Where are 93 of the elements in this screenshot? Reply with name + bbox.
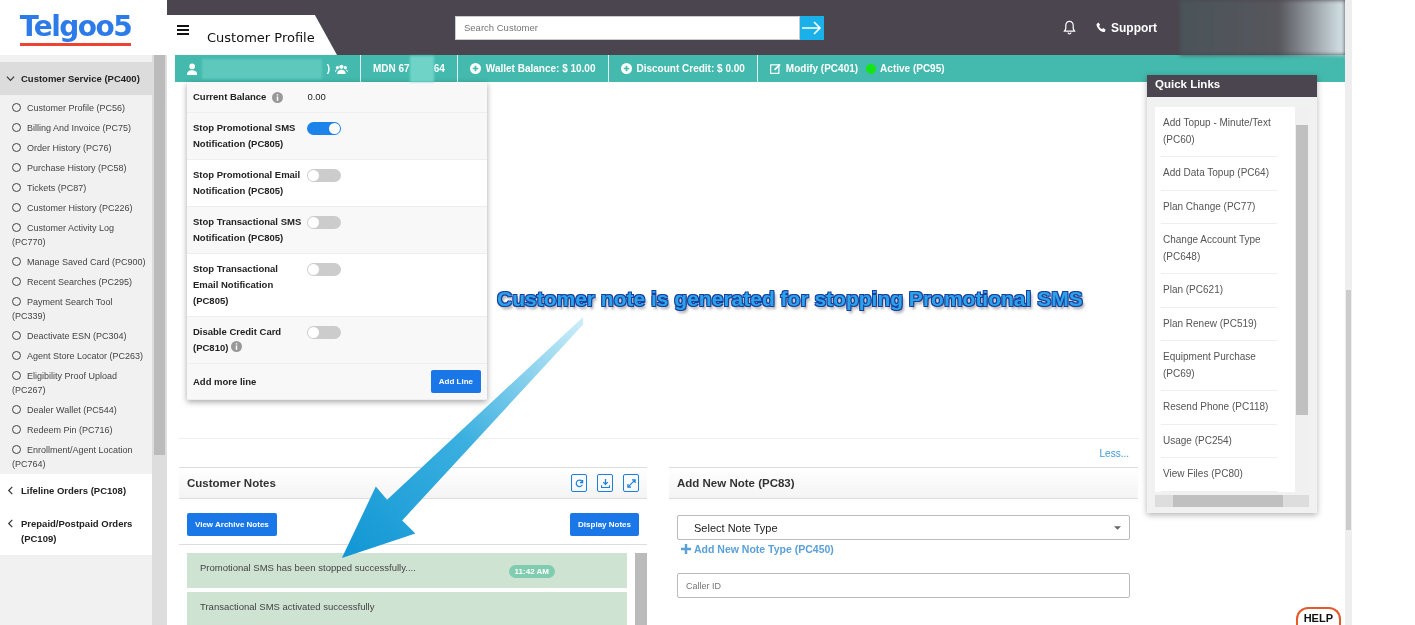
sidebar-group[interactable]: Customer Service (PC400) — [0, 62, 152, 95]
sidebar-item[interactable]: Dealer Wallet (PC544) — [0, 400, 152, 420]
add-line-button[interactable]: Add Line — [430, 370, 481, 393]
sidebar-group-label: Lifeline Orders (PC108) — [21, 484, 127, 498]
panel-title: Customer Notes — [187, 477, 276, 489]
annotation-text: Customer note is generated for stopping Promotional SMS — [497, 287, 1083, 311]
sidebar-group[interactable]: Lifeline Orders (PC108) — [0, 474, 152, 507]
toggle-label: Disable Credit Card (PC810) — [193, 325, 283, 355]
support-link[interactable]: Support — [1096, 20, 1157, 35]
quick-link[interactable]: Usage (PC254) — [1161, 424, 1277, 458]
sidebar-group-label: Customer Service (PC400) — [21, 72, 140, 86]
plus-circle-icon — [620, 63, 632, 74]
chevron-icon — [6, 519, 15, 528]
note-type-select[interactable]: Select Note Type — [677, 515, 1130, 540]
quick-link[interactable]: Plan Renew (PC519) — [1161, 307, 1277, 341]
panel-title: Add New Note (PC83) — [677, 477, 795, 489]
sidebar-item[interactable]: Redeem Pin (PC716) — [0, 420, 152, 440]
mdn-end: 64 — [433, 63, 445, 74]
users-icon — [335, 62, 348, 75]
blurred-mdn — [409, 55, 434, 82]
phone-icon — [1096, 22, 1107, 33]
chevron-icon — [6, 74, 15, 83]
mdn-label: MDN 67 — [373, 63, 410, 74]
edit-icon — [769, 63, 781, 74]
search-field[interactable]: Search Customer — [455, 15, 800, 40]
status-dot — [866, 63, 877, 74]
download-icon[interactable] — [597, 474, 613, 492]
quick-link[interactable]: Change Account Type (PC648) — [1161, 224, 1277, 274]
quick-link[interactable]: Plan Change (PC77) — [1161, 190, 1277, 224]
balance-value: 0.00 — [307, 90, 327, 104]
info-icon — [231, 341, 243, 352]
balance-label: Current Balance — [193, 89, 284, 105]
scrollbar[interactable] — [152, 55, 167, 625]
caller-id-field[interactable]: Caller ID — [677, 573, 1130, 598]
plus-circle-icon — [469, 63, 481, 74]
sidebar-item[interactable]: Order History (PC76) — [0, 138, 152, 158]
horizontal-scrollbar[interactable] — [1155, 494, 1309, 507]
expand-icon[interactable] — [623, 474, 639, 492]
sidebar-item[interactable]: Customer Activity Log (PC770) — [0, 218, 152, 252]
toggle-label: Stop Promotional Email Notification (PC805) — [193, 168, 302, 198]
help-button[interactable]: HELP — [1295, 607, 1341, 625]
sidebar-item[interactable]: Enrollment/Agent Location (PC764) — [0, 440, 152, 474]
note-text: Transactional SMS activated successfully — [200, 601, 375, 612]
quick-link[interactable]: Plan (PC621) — [1161, 274, 1277, 308]
sidebar-item[interactable]: Eligibility Proof Upload (PC267) — [0, 366, 152, 400]
add-more-label: Add more line — [193, 374, 258, 389]
toggle-switch[interactable] — [307, 326, 341, 339]
plus-icon — [681, 544, 691, 554]
toggle-switch[interactable] — [307, 216, 341, 229]
search-button[interactable] — [800, 15, 824, 40]
bell-icon[interactable] — [1063, 20, 1076, 35]
toggle-label: Stop Promotional SMS Notification (PC805) — [193, 121, 297, 151]
quick-link[interactable]: Add Data Topup (PC64) — [1161, 157, 1277, 191]
page-scrollbar[interactable] — [1345, 0, 1352, 625]
sidebar-group-label: Prepaid/Postpaid Orders (PC109) — [21, 517, 134, 546]
menu-icon[interactable] — [177, 25, 189, 35]
toggle-label: Stop Transactional SMS Notification (PC805) — [193, 215, 303, 245]
info-icon — [272, 91, 284, 103]
toggle-switch[interactable] — [307, 263, 341, 276]
sidebar-item[interactable]: Payment Search Tool (PC339) — [0, 292, 152, 326]
sidebar-item[interactable]: Recent Searches (PC295) — [0, 272, 152, 292]
wallet-balance: Wallet Balance: $ 10.00 — [485, 63, 596, 74]
sidebar-group[interactable]: Prepaid/Postpaid Orders (PC109) — [0, 507, 152, 555]
logo: Telgoo5 — [19, 9, 132, 46]
discount-credit: Discount Credit: $ 0.00 — [636, 63, 745, 74]
quick-link[interactable]: Resend Phone (PC118) — [1161, 391, 1277, 425]
caret-icon — [1114, 525, 1121, 530]
note-text: Promotional SMS has been stopped successfully.... — [200, 562, 416, 573]
sidebar-item[interactable]: Customer Profile (PC56) — [0, 98, 152, 118]
sidebar-item[interactable]: Manage Saved Card (PC900) — [0, 252, 152, 272]
sidebar-item[interactable]: Agent Store Locator (PC263) — [0, 346, 152, 366]
chevron-icon — [6, 486, 15, 495]
quick-link[interactable]: View Files (PC80) — [1161, 458, 1277, 492]
sidebar-item[interactable]: Billing And Invoice (PC75) — [0, 118, 152, 138]
quick-links-title: Quick Links — [1147, 75, 1317, 97]
page-title: Customer Profile — [207, 28, 315, 45]
toggle-switch[interactable] — [307, 169, 341, 182]
refresh-icon[interactable] — [571, 474, 587, 492]
note-time-badge: 11:42 AM — [508, 565, 555, 578]
scrollbar[interactable] — [635, 553, 647, 625]
user-icon — [187, 61, 198, 76]
status-label: Active (PC95) — [880, 63, 945, 74]
name-end: ) — [326, 63, 331, 74]
sidebar-item[interactable]: Customer History (PC226) — [0, 198, 152, 218]
quick-link[interactable]: Add Topup - Minute/Text (PC60) — [1161, 107, 1277, 157]
toggle-label: Stop Transactional Email Notification (PC805) — [193, 262, 279, 308]
quick-link[interactable]: Equipment Purchase (PC69) — [1161, 341, 1277, 391]
view-archive-notes-button[interactable]: View Archive Notes — [187, 513, 277, 536]
display-notes-button[interactable]: Display Notes — [570, 513, 639, 536]
sidebar-item[interactable]: Purchase History (PC58) — [0, 158, 152, 178]
toggle-switch[interactable] — [307, 122, 341, 135]
sidebar-item[interactable]: Deactivate ESN (PC304) — [0, 326, 152, 346]
sidebar-item[interactable]: Tickets (PC87) — [0, 178, 152, 198]
